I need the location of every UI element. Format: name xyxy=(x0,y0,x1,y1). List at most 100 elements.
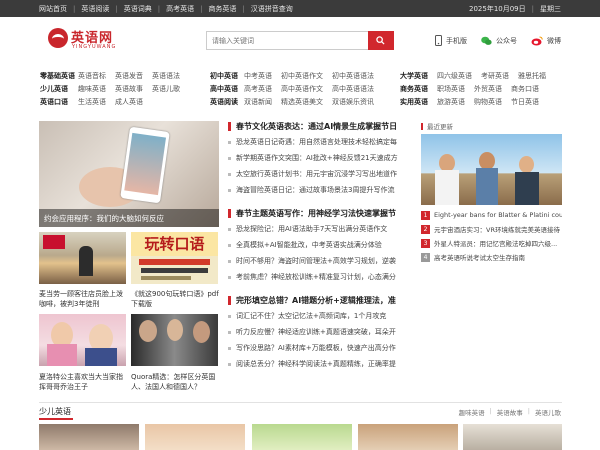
list-item[interactable]: 阅读总丢分？神经科学阅读法+真题精练，正确率提 xyxy=(228,356,406,372)
top-nav-pinyin[interactable]: 汉语拼音查询 xyxy=(251,4,293,14)
weibo-link[interactable]: 微博 xyxy=(531,36,561,46)
kids-thumb[interactable] xyxy=(145,424,245,450)
kids-thumb[interactable] xyxy=(39,424,139,450)
thumb-princess[interactable] xyxy=(39,314,126,366)
list-item[interactable]: 恐龙探险记：用AI语法助手7天写出满分英语作文 xyxy=(228,221,406,237)
logo-subtitle: YINGYUWANG xyxy=(72,44,117,50)
section-title[interactable]: 春节主题英语写作：用神经学习法快速掌握节 xyxy=(228,205,406,221)
nav-item[interactable]: 高中英语语法 xyxy=(332,84,374,94)
thumb-caption[interactable]: 麦当劳一顾客往店员脸上泼咖啡，被判3年徒刑 xyxy=(39,289,129,309)
top-nav-reading[interactable]: 英语阅读 xyxy=(81,4,109,14)
recent-item-text: Eight-year bans for Blatter & Platini co… xyxy=(434,211,562,219)
nav-head[interactable]: 英语阅读 xyxy=(210,97,244,107)
mobile-link-label: 手机版 xyxy=(446,36,467,45)
nav-item[interactable]: 雅思托福 xyxy=(518,71,546,81)
kids-link-stories[interactable]: 英语故事 xyxy=(497,407,523,417)
kids-link-fun[interactable]: 趣味英语 xyxy=(459,407,485,417)
thumb-book[interactable]: 玩转口语 xyxy=(131,232,218,284)
kids-link-songs[interactable]: 英语儿歌 xyxy=(535,407,561,417)
list-item[interactable]: 听力反应慢？神经适应训练+真题语速突破，耳朵开 xyxy=(228,324,406,340)
nav-item[interactable]: 外贸英语 xyxy=(474,84,502,94)
kids-thumb[interactable] xyxy=(463,424,562,450)
kids-english-title[interactable]: 少儿英语 xyxy=(39,406,73,420)
nav-item[interactable]: 初中英语作文 xyxy=(281,71,323,81)
thumb-caption[interactable]: 《就这900句玩转口语》pdf下载版 xyxy=(131,289,221,309)
nav-item[interactable]: 初中英语语法 xyxy=(332,71,374,81)
nav-head[interactable]: 商务英语 xyxy=(400,84,437,94)
hero-image[interactable]: 约会应用程序：我们的大脑如何反应 xyxy=(39,121,219,227)
thumb-caption[interactable]: 夏洛特公主喜欢当大当家指挥哥哥乔治王子 xyxy=(39,372,129,392)
bullet xyxy=(228,346,231,350)
list-item[interactable]: 新学期英语作文突围：AI批改+神经反馈21天速成方 xyxy=(228,150,406,166)
mobile-link[interactable]: 手机版 xyxy=(435,35,467,46)
thumb-mcdonalds[interactable] xyxy=(39,232,126,284)
title-underline xyxy=(39,418,73,420)
nav-item[interactable]: 趣味英语 xyxy=(78,84,106,94)
nav-item[interactable]: 考研英语 xyxy=(481,71,509,81)
list-item[interactable]: 写作没思路？AI素材库+万能模板，快速产出高分作 xyxy=(228,340,406,356)
top-nav-dictionary[interactable]: 英语词典 xyxy=(124,4,152,14)
top-nav-business[interactable]: 商务英语 xyxy=(208,4,236,14)
weibo-link-label: 微博 xyxy=(547,36,561,45)
nav-item[interactable]: 英语儿歌 xyxy=(152,84,180,94)
nav-item[interactable]: 英语故事 xyxy=(115,84,143,94)
nav-head[interactable]: 实用英语 xyxy=(400,97,437,107)
list-item[interactable]: 全真模拟+AI智能批改，中考英语实战满分体验 xyxy=(228,237,406,253)
book-title-text: 玩转口语 xyxy=(131,232,218,256)
weibo-icon xyxy=(531,36,543,45)
nav-item[interactable]: 节日英语 xyxy=(511,97,539,107)
recent-item[interactable]: 2 元宇宙酒店实习：VR环境练就完美英语接待 xyxy=(421,222,562,236)
nav-item[interactable]: 职场英语 xyxy=(437,84,465,94)
nav-item[interactable]: 高考英语 xyxy=(244,84,272,94)
nav-head[interactable]: 初中英语 xyxy=(210,71,244,81)
list-item[interactable]: 海盗冒险英语日记：通过故事场景法3周提升写作流 xyxy=(228,182,406,198)
top-nav-home[interactable]: 网站首页 xyxy=(39,4,67,14)
nav-item[interactable]: 成人英语 xyxy=(115,97,143,107)
list-item[interactable]: 词汇记不住？太空记忆法+高频词库，1个月攻克 xyxy=(228,308,406,324)
nav-item[interactable]: 生活英语 xyxy=(78,97,106,107)
nav-item[interactable]: 英语语法 xyxy=(152,71,180,81)
site-logo[interactable]: 英语网 YINGYUWANG xyxy=(48,27,128,53)
nav-head[interactable]: 少儿英语 xyxy=(40,84,78,94)
top-date: 2025年10月09日 | 星期三 xyxy=(469,0,561,17)
recent-item[interactable]: 1 Eight-year bans for Blatter & Platini c… xyxy=(421,208,562,222)
nav-head[interactable]: 零基础英语 xyxy=(40,71,78,81)
recent-updates: 最近更新 1 Eight-year bans for Blatter & Plat… xyxy=(421,121,562,262)
nav-item[interactable]: 英语发音 xyxy=(115,71,143,81)
nav-head[interactable]: 英语口语 xyxy=(40,97,78,107)
nav-item[interactable]: 购物英语 xyxy=(474,97,502,107)
list-item[interactable]: 恐龙英语日记奇遇：用自然语言处理技术轻松搞定每 xyxy=(228,134,406,150)
list-item-text: 阅读总丢分？神经科学阅读法+真题精练，正确率提 xyxy=(236,360,396,368)
kids-thumb[interactable] xyxy=(252,424,352,450)
wechat-link[interactable]: 公众号 xyxy=(481,36,517,46)
nav-item[interactable]: 双语娱乐资讯 xyxy=(332,97,374,107)
recent-feature-image[interactable] xyxy=(421,134,562,205)
top-nav-gaokao[interactable]: 高考英语 xyxy=(166,4,194,14)
nav-item[interactable]: 四六级英语 xyxy=(437,71,472,81)
search-input[interactable] xyxy=(207,32,367,49)
list-item[interactable]: 太空旅行英语计划书：用元宇宙沉浸学习写出地道作 xyxy=(228,166,406,182)
nav-item[interactable]: 英语音标 xyxy=(78,71,106,81)
nav-item[interactable]: 旅游英语 xyxy=(437,97,465,107)
recent-item[interactable]: 4 高考英语听说考试太空生存指南 xyxy=(421,250,562,264)
nav-item[interactable]: 商务口语 xyxy=(511,84,539,94)
nav-head[interactable]: 大学英语 xyxy=(400,71,437,81)
nav-item[interactable]: 高中英语作文 xyxy=(281,84,323,94)
recent-item[interactable]: 3 外星人特派员：用记忆宫殿法吃掉四六级... xyxy=(421,236,562,250)
thumb-quora[interactable] xyxy=(131,314,218,366)
section-title[interactable]: 完形填空总错？AI错题分析+逻辑推理法，准 xyxy=(228,292,406,308)
kids-thumb[interactable] xyxy=(358,424,458,450)
recent-item-text: 高考英语听说考试太空生存指南 xyxy=(434,254,525,262)
section-title[interactable]: 春节文化英语表达：通过AI情景生成掌握节日 xyxy=(228,118,406,134)
search-button[interactable] xyxy=(368,31,394,50)
nav-item[interactable]: 双语新闻 xyxy=(244,97,272,107)
nav-row: 英语口语 生活英语 成人英语 xyxy=(40,95,189,108)
nav-item[interactable]: 中考英语 xyxy=(244,71,272,81)
thumb-caption[interactable]: Quora精选：怎样区分英国人、法国人和德国人？ xyxy=(131,372,221,392)
list-item[interactable]: 时间不够用？海盗时间管理法+高效学习规划，逆袭 xyxy=(228,253,406,269)
bullet xyxy=(228,330,231,334)
separator: | xyxy=(531,4,534,13)
list-item[interactable]: 考前焦虑？神经放松训练+精准复习计划，心态满分 xyxy=(228,269,406,285)
nav-item[interactable]: 精选英语美文 xyxy=(281,97,323,107)
nav-head[interactable]: 高中英语 xyxy=(210,84,244,94)
